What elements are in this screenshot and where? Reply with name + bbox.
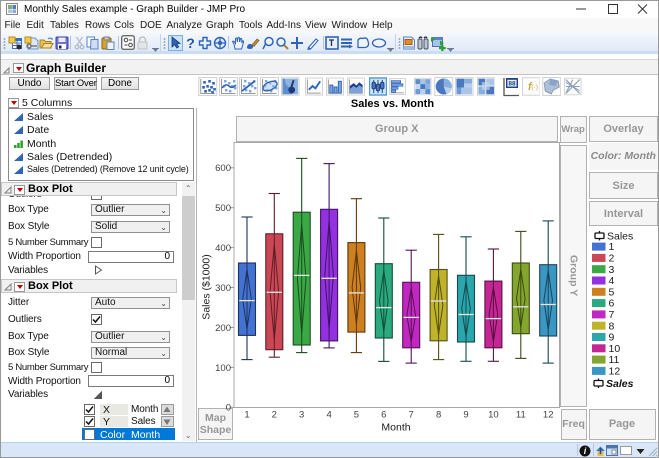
svg-text:4: 4 — [326, 410, 331, 421]
svg-text:8: 8 — [609, 320, 615, 332]
svg-text:7: 7 — [409, 410, 414, 421]
svg-text:400: 400 — [215, 243, 231, 254]
svg-text:7: 7 — [609, 309, 615, 321]
svg-text:Sales: Sales — [606, 378, 634, 390]
svg-text:3: 3 — [299, 410, 304, 421]
svg-text:8: 8 — [436, 410, 441, 421]
svg-text:88: 88 — [508, 81, 516, 88]
svg-text:600: 600 — [215, 163, 231, 174]
svg-text:11: 11 — [609, 354, 620, 366]
svg-text:1: 1 — [609, 241, 615, 253]
svg-text:500: 500 — [215, 203, 231, 214]
svg-text:11: 11 — [516, 410, 526, 421]
svg-text:9: 9 — [463, 410, 468, 421]
svg-text:10: 10 — [609, 343, 621, 355]
svg-text:5: 5 — [354, 410, 359, 421]
svg-text:Sales ($1000): Sales ($1000) — [201, 254, 213, 319]
svg-text:6: 6 — [381, 410, 386, 421]
svg-text:5: 5 — [609, 286, 615, 298]
svg-text:9: 9 — [609, 332, 615, 344]
svg-text:12: 12 — [543, 410, 554, 421]
svg-text:200: 200 — [215, 323, 231, 334]
svg-text:100: 100 — [215, 363, 231, 374]
svg-text:6: 6 — [609, 298, 615, 310]
svg-text:2: 2 — [609, 253, 615, 265]
svg-text:10: 10 — [488, 410, 499, 421]
svg-text:2: 2 — [272, 410, 277, 421]
svg-text:(·): (·) — [531, 84, 538, 91]
svg-text:4: 4 — [609, 275, 615, 287]
svg-text:12: 12 — [609, 366, 621, 378]
svg-text:300: 300 — [215, 283, 231, 294]
svg-text:1: 1 — [244, 410, 249, 421]
svg-text:3: 3 — [609, 264, 615, 276]
svg-text:Month: Month — [381, 422, 410, 434]
svg-text:0: 0 — [226, 403, 231, 414]
